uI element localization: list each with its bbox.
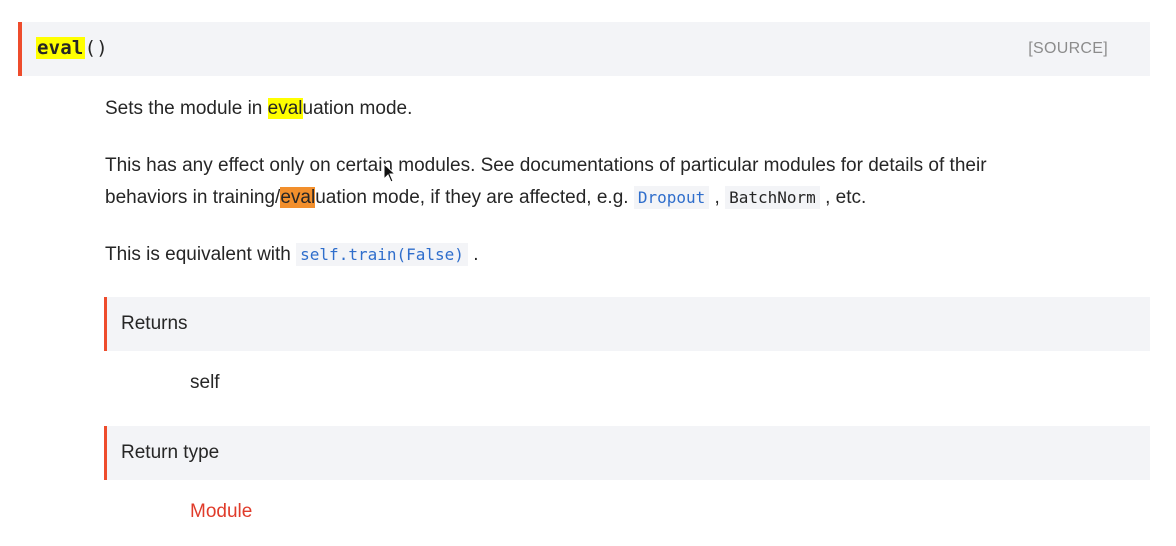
self-train-link[interactable]: self.train(False) — [296, 243, 468, 266]
returns-value: self — [190, 372, 220, 393]
description-paragraph-2: This has any effect only on certain modu… — [105, 150, 987, 214]
text-segment: uation mode, if they are affected, e.g. — [315, 187, 634, 208]
text-segment: uation mode. — [302, 98, 413, 119]
batchnorm-code: BatchNorm — [725, 186, 820, 209]
description-paragraph-1: Sets the module in evaluation mode. — [105, 93, 412, 125]
text-segment: behaviors in training/ — [105, 187, 281, 208]
text-segment: Sets the module in — [105, 98, 268, 119]
search-highlight-current: eval — [280, 187, 316, 208]
method-signature-bar: eval() [SOURCE] — [18, 22, 1150, 76]
text-segment: This is equivalent with — [105, 244, 297, 265]
return-type-field-header: Return type — [104, 426, 1150, 480]
method-parens: () — [84, 37, 108, 59]
mouse-cursor-icon — [383, 163, 397, 183]
paragraph-line-1: This has any effect only on certain modu… — [105, 155, 987, 176]
method-signature: eval() — [36, 37, 108, 59]
dropout-link[interactable]: Dropout — [633, 186, 710, 209]
method-name: eval — [36, 37, 85, 59]
returns-field-header: Returns — [104, 297, 1150, 351]
description-paragraph-3: This is equivalent with self.train(False… — [105, 239, 478, 271]
return-type-link[interactable]: Module — [190, 501, 252, 523]
returns-label: Returns — [121, 313, 188, 334]
source-link[interactable]: [SOURCE] — [1028, 40, 1108, 58]
text-segment: , — [709, 187, 726, 208]
text-segment: , etc. — [819, 187, 867, 208]
search-highlight: eval — [267, 98, 303, 119]
text-segment: . — [467, 244, 479, 265]
paragraph-line-2: behaviors in training/evaluation mode, i… — [105, 182, 987, 214]
return-type-label: Return type — [121, 442, 220, 463]
